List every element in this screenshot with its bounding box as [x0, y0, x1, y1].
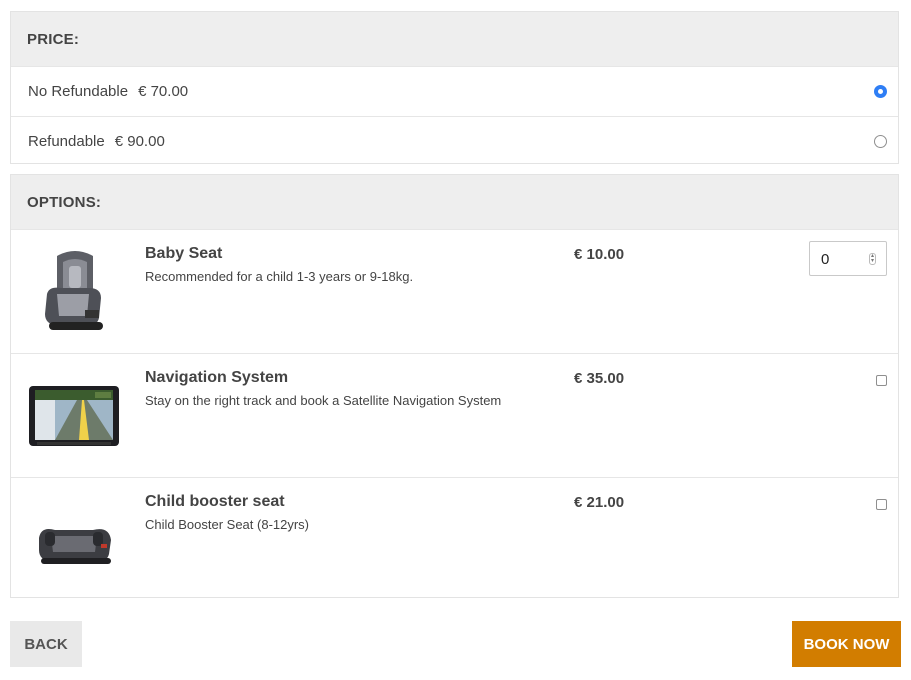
option-title: Baby Seat — [145, 245, 223, 262]
option-row-navigation-system: Navigation System Stay on the right trac… — [11, 353, 898, 477]
child-booster-seat-image — [39, 529, 111, 564]
baby-seat-quantity-stepper[interactable]: 0 ▴ ▾ — [809, 241, 887, 276]
price-option-label: No Refundable — [28, 83, 129, 100]
options-header: OPTIONS: — [11, 175, 898, 229]
options-panel: OPTIONS: Baby Seat Recommended for a chi… — [10, 174, 899, 598]
child-booster-seat-checkbox[interactable] — [876, 499, 887, 510]
navigation-system-checkbox[interactable] — [876, 375, 887, 386]
option-price: € 21.00 — [574, 494, 625, 511]
option-title: Child booster seat — [145, 493, 285, 510]
price-option-no-refundable[interactable]: No Refundable € 70.00 — [11, 66, 898, 116]
back-button[interactable]: BACK — [10, 621, 82, 667]
baby-seat-image — [45, 251, 103, 330]
spinner-icon[interactable]: ▴ ▾ — [869, 253, 876, 265]
option-row-child-booster-seat: Child booster seat Child Booster Seat (8… — [11, 477, 898, 601]
option-description: Recommended for a child 1-3 years or 9-1… — [145, 269, 414, 284]
option-price: € 35.00 — [574, 370, 625, 387]
price-header: PRICE: — [11, 12, 898, 66]
price-option-amount: € 70.00 — [138, 83, 189, 100]
quantity-value: 0 — [821, 251, 830, 268]
option-price: € 10.00 — [574, 246, 625, 263]
price-option-amount: € 90.00 — [114, 133, 165, 150]
option-description: Stay on the right track and book a Satel… — [145, 393, 502, 408]
option-row-baby-seat: Baby Seat Recommended for a child 1-3 ye… — [11, 229, 898, 353]
price-panel: PRICE: No Refundable € 70.00 Refundable … — [10, 11, 899, 164]
price-option-label: Refundable — [28, 133, 105, 150]
price-option-refundable[interactable]: Refundable € 90.00 — [11, 116, 898, 166]
radio-no-refundable[interactable] — [874, 85, 887, 98]
option-description: Child Booster Seat (8-12yrs) — [145, 517, 310, 532]
radio-refundable[interactable] — [874, 135, 887, 148]
option-title: Navigation System — [145, 369, 289, 386]
navigation-system-image — [29, 386, 119, 446]
book-now-button[interactable]: BOOK NOW — [792, 621, 901, 667]
